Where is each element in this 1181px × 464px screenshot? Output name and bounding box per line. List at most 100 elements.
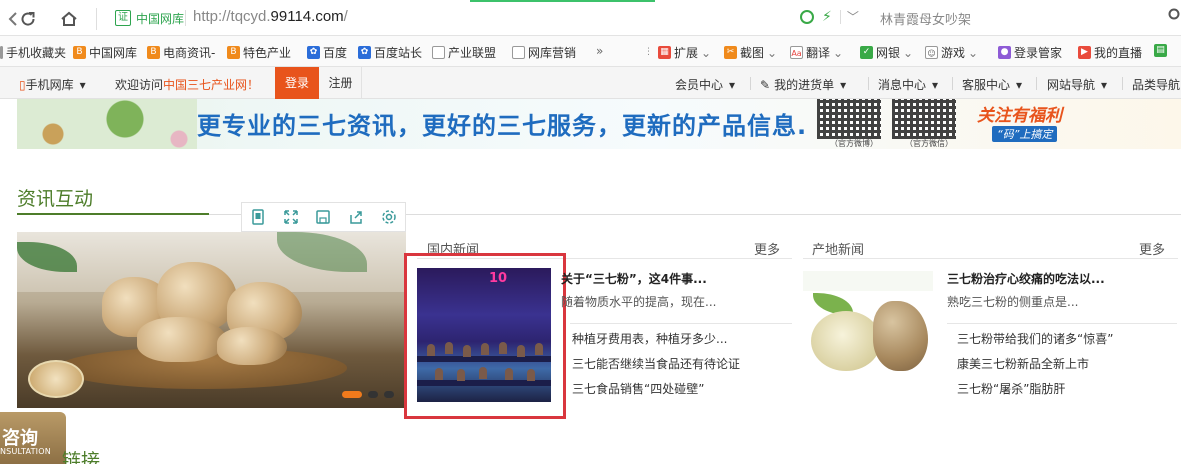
bookmark-mobile-favorites[interactable]: 手机收藏夹: [0, 44, 66, 61]
origin-news-item[interactable]: 三七粉“屠杀”脂肪肝: [957, 380, 1065, 397]
address-inner-separator: [185, 10, 186, 26]
slider-dot-active[interactable]: [342, 391, 362, 398]
translate-icon: Aa: [790, 46, 803, 59]
banner-welfare-subtext: “码”上搞定: [992, 126, 1058, 142]
login-button[interactable]: 登录: [275, 67, 319, 99]
member-center-menu[interactable]: 会员中心 ▾: [675, 76, 735, 93]
service-center-menu[interactable]: 客服中心 ▾: [962, 76, 1022, 93]
browser-toolbar: 证 中国网库 http://tqcyd.99114.com/ ⚡ ﹀ 林青霞母女…: [0, 0, 1181, 36]
chevron-down-icon: ⌄: [701, 45, 712, 60]
toolbar-login-manager[interactable]: ● 登录管家: [998, 44, 1062, 61]
settings-gear-icon[interactable]: [378, 206, 400, 228]
url-prefix: http://tqcyd.: [193, 8, 271, 25]
toolbar-book-icon[interactable]: ▤: [1154, 44, 1170, 57]
edit-icon: ✎: [760, 78, 771, 92]
chevron-down-icon: ⌄: [903, 45, 914, 60]
phone-view-icon[interactable]: [247, 206, 269, 228]
consultation-sublabel: NSULTATION: [0, 447, 51, 456]
lightning-icon[interactable]: ⚡: [822, 10, 832, 24]
address-bar-url[interactable]: http://tqcyd.99114.com/: [193, 8, 348, 25]
folder-icon: [0, 46, 3, 59]
caret-down-icon: ▾: [729, 78, 736, 92]
bookmark-baidu[interactable]: ✿ 百度: [307, 44, 347, 61]
share-icon[interactable]: [345, 206, 367, 228]
origin-news-item[interactable]: 康美三七粉新品全新上市: [957, 355, 1089, 372]
origin-news-more-link[interactable]: 更多: [1139, 239, 1165, 258]
promo-banner[interactable]: 更专业的三七资讯，更好的三七服务，更新的产品信息. （官方微博） （官方微信） …: [17, 99, 1181, 149]
bookmark-baidu-webmaster[interactable]: ✿ 百度站长: [358, 44, 422, 61]
live-icon: ▶: [1078, 46, 1091, 59]
domestic-headline-divider: [570, 323, 792, 324]
register-button[interactable]: 注册: [320, 67, 362, 99]
bookmarks-overflow-chevron[interactable]: »: [596, 44, 603, 58]
sanqi-logo-badge: [28, 360, 84, 398]
refresh-icon[interactable]: [15, 6, 41, 32]
wechat-qr-code: [892, 99, 956, 139]
domestic-news-more-link[interactable]: 更多: [754, 239, 780, 258]
caret-down-icon: ▾: [79, 78, 86, 92]
slider-dot[interactable]: [368, 391, 378, 398]
home-icon[interactable]: [56, 6, 82, 32]
sanqi-root-image: [217, 327, 287, 365]
menu-separator: [1036, 77, 1037, 90]
toolbar-games[interactable]: ☺ 游戏 ⌄: [925, 44, 978, 61]
bookmarks-bar: 手机收藏夹 B 中国网库 B 电商资讯- B 特色产业 ✿ 百度 ✿ 百度站长 产业联盟 …: [0, 36, 1181, 67]
image-floating-toolbar: [241, 202, 406, 232]
menu-separator: [1122, 77, 1123, 90]
sanqi-root-image: [137, 317, 227, 362]
origin-headline-desc: 熟吃三七粉的侧重点是...: [947, 295, 1079, 309]
origin-news-heading[interactable]: 产地新闻: [812, 239, 864, 258]
origin-news-item[interactable]: 三七粉带给我们的诸多“惊喜”: [957, 330, 1113, 347]
mobile-wangku-menu[interactable]: ▯手机网库 ▾: [19, 76, 86, 93]
search-icon[interactable]: [1168, 8, 1181, 26]
banner-lotus-image: [17, 99, 197, 149]
bookmark-industry-alliance[interactable]: 产业联盟: [432, 44, 496, 61]
bookmark-china-wangku[interactable]: B 中国网库: [73, 44, 137, 61]
bookmark-featured-industry[interactable]: B 特色产业: [227, 44, 291, 61]
caret-down-icon: ▾: [932, 78, 939, 92]
expand-icon[interactable]: [280, 206, 302, 228]
origin-headline-title[interactable]: 三七粉治疗心绞痛的吃法以...: [947, 270, 1105, 287]
message-center-menu[interactable]: 消息中心 ▾: [878, 76, 938, 93]
baidu-icon: ✿: [358, 46, 371, 59]
domestic-news-item[interactable]: 种植牙费用表，种植牙多少...: [572, 330, 727, 347]
user-icon: ●: [998, 46, 1011, 59]
consultation-tab[interactable]: 咨询 NSULTATION: [0, 412, 66, 464]
site-top-bar: ▯手机网库 ▾ 欢迎访问中国三七产业网！ 登录 注册 会员中心 ▾ ✎ 我的进货单 ▾ …: [0, 67, 1181, 99]
security-shield-icon[interactable]: [800, 10, 814, 24]
search-suggestion[interactable]: 林青霞母女吵架: [880, 9, 971, 28]
domestic-news-item[interactable]: 三七能否继续当食品还有待论证: [572, 355, 740, 372]
save-icon[interactable]: [312, 206, 334, 228]
scissors-icon: ✂: [724, 46, 737, 59]
origin-news-thumbnail[interactable]: [803, 271, 933, 402]
toolbar-screenshot[interactable]: ✂ 截图 ⌄: [724, 44, 777, 61]
welcome-site-name[interactable]: 中国三七产业网！: [163, 78, 259, 92]
url-domain: 99114.com: [270, 8, 344, 25]
toolbar-my-live[interactable]: ▶ 我的直播: [1078, 44, 1142, 61]
site-navigation-menu[interactable]: 网站导航 ▾: [1047, 76, 1107, 93]
bookmark-ecommerce-news[interactable]: B 电商资讯-: [147, 44, 215, 61]
category-navigation-menu[interactable]: 品类导航: [1132, 76, 1180, 93]
url-suffix: /: [343, 8, 348, 25]
bookmark-wangku-marketing[interactable]: 网库营销: [512, 44, 576, 61]
toolbar-netbank[interactable]: ✓ 网银 ⌄: [860, 44, 913, 61]
wechat-qr-caption: （官方微信）: [905, 139, 953, 148]
domestic-headline-title[interactable]: 关于“三七粉”，这4件事...: [561, 270, 707, 287]
slider-dot[interactable]: [384, 391, 394, 398]
purchase-list-menu[interactable]: ✎ 我的进货单 ▾: [760, 76, 846, 93]
banner-slogan: 更专业的三七资讯，更好的三七服务，更新的产品信息.: [197, 112, 808, 140]
toolbar-extensions[interactable]: ⋮ ▦ 扩展 ⌄: [642, 44, 711, 61]
gamepad-icon: ☺: [925, 46, 938, 59]
dropdown-icon[interactable]: ﹀: [839, 10, 859, 24]
domestic-news-item[interactable]: 三七食品销售“四处碰壁”: [572, 380, 704, 397]
address-extension-icons: ⚡ ﹀: [800, 10, 859, 24]
site-icon: B: [73, 46, 86, 59]
site-identity-label[interactable]: 中国网库: [136, 10, 184, 27]
caret-down-icon: ▾: [1101, 78, 1108, 92]
chevron-down-icon: ⌄: [833, 45, 844, 60]
certificate-icon[interactable]: 证: [115, 10, 131, 26]
domestic-headline-desc: 随着物质水平的提高，现在...: [561, 295, 717, 309]
shield-icon: ✓: [860, 46, 873, 59]
toolbar-translate[interactable]: Aa 翻译 ⌄: [790, 44, 843, 61]
menu-separator: [750, 77, 751, 90]
